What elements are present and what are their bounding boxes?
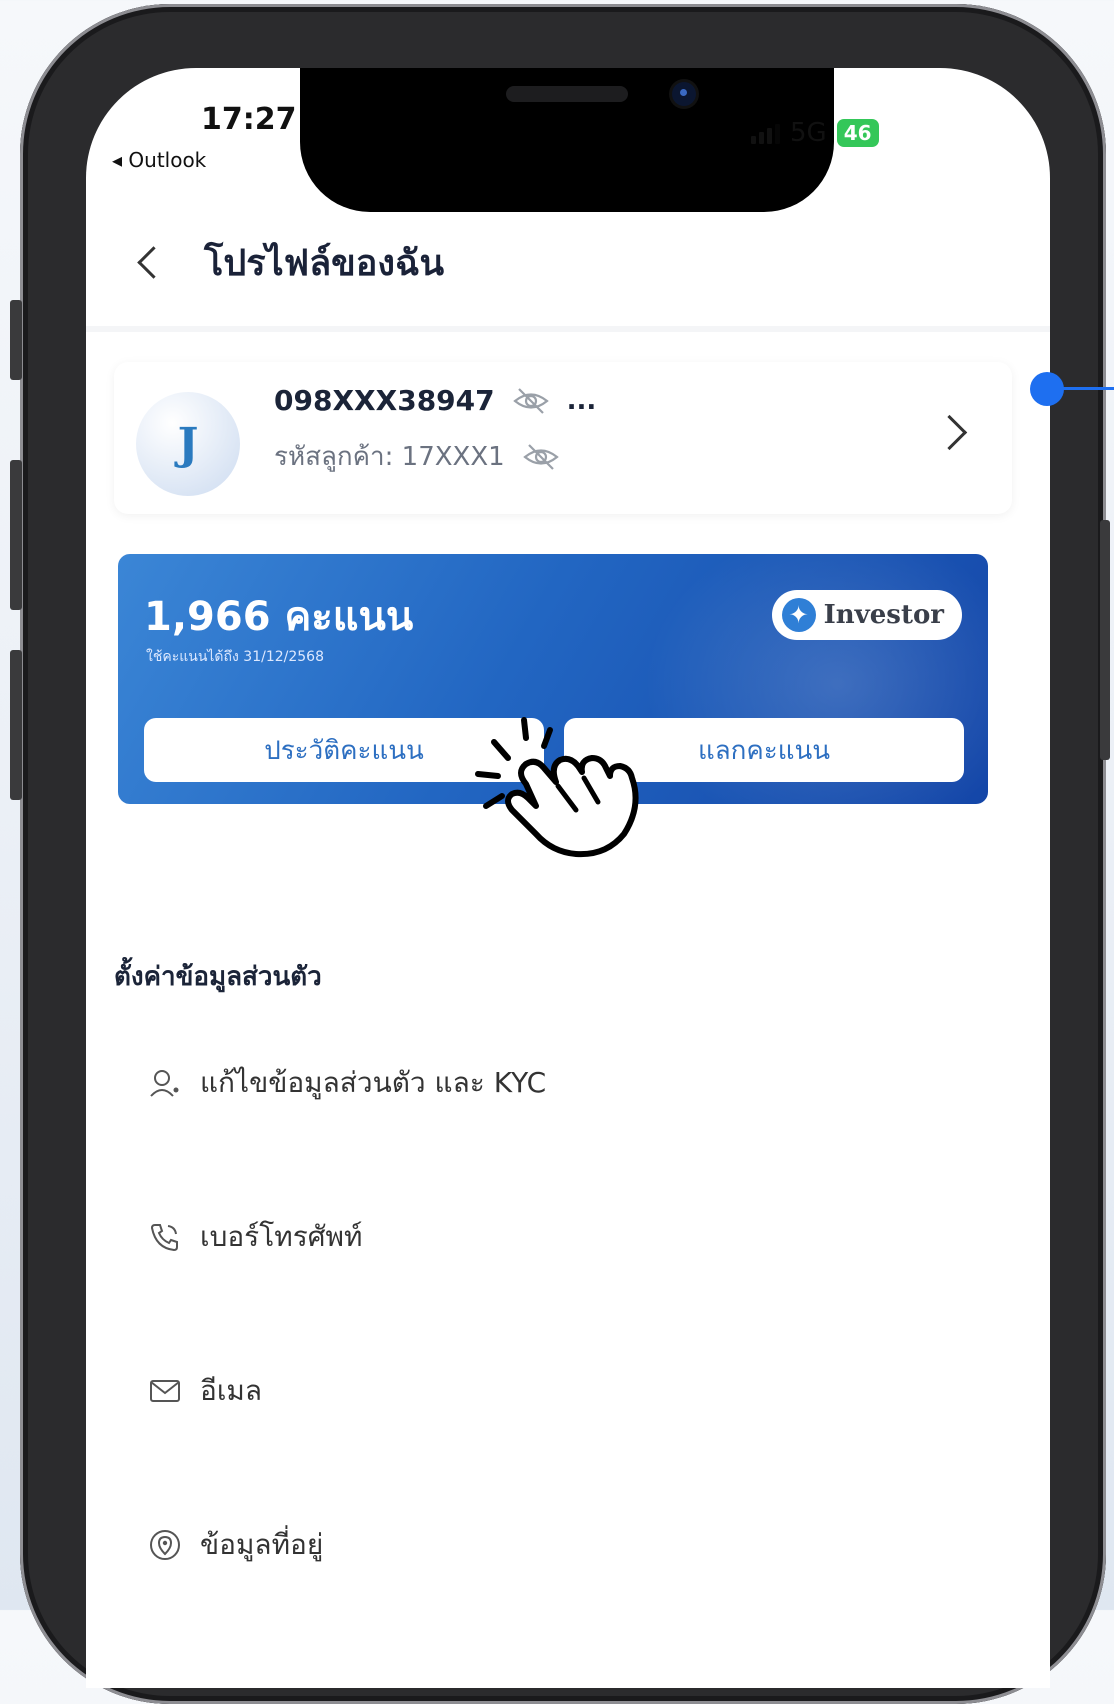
menu-item-label: ข้อมูลที่อยู่ — [200, 1528, 324, 1561]
front-camera-icon — [672, 82, 696, 106]
silent-switch — [10, 300, 22, 380]
menu-item-address[interactable]: ข้อมูลที่อยู่ — [148, 1520, 324, 1570]
battery-icon: 46 — [836, 119, 879, 147]
tier-badge[interactable]: Investor — [771, 590, 962, 640]
profile-card[interactable]: J 098XXX38947 ... รหัสลูกค้า: 17XXX1 — [114, 362, 1012, 514]
phone-screen: 17:27 ◂ Outlook 5G 46 โปรไฟล์ของฉัน J 09… — [86, 68, 1050, 1688]
menu-item-email[interactable]: อีเมล — [148, 1366, 263, 1416]
user-edit-icon — [150, 1070, 179, 1097]
status-indicators: 5G 46 — [751, 118, 879, 148]
back-button[interactable] — [132, 238, 172, 288]
annotation-line — [1047, 387, 1114, 390]
power-button — [1100, 520, 1110, 760]
more-indicator: ... — [566, 385, 597, 416]
signal-icon — [751, 122, 780, 144]
network-label: 5G — [790, 118, 827, 148]
menu-item-phone[interactable]: เบอร์โทรศัพท์ — [148, 1212, 363, 1262]
chevron-right-icon — [931, 414, 968, 451]
phone-icon — [150, 1224, 178, 1252]
menu-item-label: แก้ไขข้อมูลส่วนตัว และ KYC — [200, 1066, 547, 1099]
customer-code-row: รหัสลูกค้า: 17XXX1 — [274, 436, 561, 477]
menu-item-label: เบอร์โทรศัพท์ — [200, 1220, 363, 1253]
eye-off-icon[interactable] — [521, 442, 561, 472]
mail-icon — [150, 1380, 180, 1402]
speaker-grille — [506, 86, 628, 102]
points-expiry: ใช้คะแนนได้ถึง 31/12/2568 — [146, 649, 324, 665]
volume-up-button — [10, 460, 22, 610]
back-to-app-link[interactable]: ◂ Outlook — [112, 148, 206, 172]
avatar: J — [136, 392, 240, 496]
menu-item-label: อีเมล — [200, 1374, 263, 1407]
location-icon — [150, 1530, 180, 1560]
phone-row: 098XXX38947 ... — [274, 384, 596, 417]
volume-down-button — [10, 650, 22, 800]
status-time: 17:27 — [201, 102, 297, 137]
eye-off-icon[interactable] — [511, 386, 551, 416]
customer-code: รหัสลูกค้า: 17XXX1 — [274, 442, 505, 472]
tier-icon — [781, 598, 816, 632]
tier-label: Investor — [823, 600, 944, 630]
header-divider — [86, 326, 1050, 332]
points-value: 1,966 คะแนน — [144, 594, 414, 640]
section-title: ตั้งค่าข้อมูลส่วนตัว — [114, 962, 322, 992]
page-title: โปรไฟล์ของฉัน — [204, 243, 445, 284]
phone-number: 098XXX38947 — [274, 384, 495, 417]
tap-hand-icon — [475, 717, 639, 858]
menu-item-edit-profile-kyc[interactable]: แก้ไขข้อมูลส่วนตัว และ KYC — [148, 1058, 547, 1108]
